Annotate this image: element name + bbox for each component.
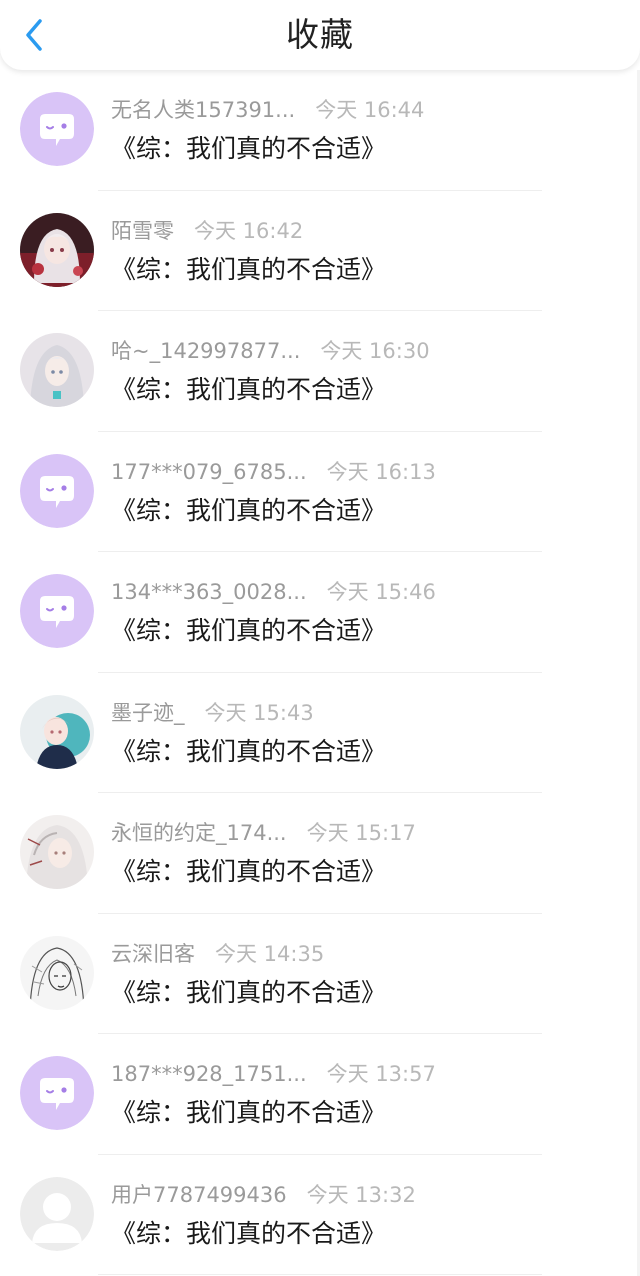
- default-purple-chat-avatar-image: [20, 1056, 94, 1130]
- user-name[interactable]: 177***079_6785...: [111, 460, 307, 484]
- post-time: 今天 15:43: [204, 700, 314, 725]
- user-name[interactable]: 陌雪零: [111, 219, 174, 243]
- post-title[interactable]: 《综：我们真的不合适》: [111, 735, 386, 769]
- item-meta: 187***928_1751... 今天 13:57: [111, 1060, 436, 1090]
- favorite-item[interactable]: 墨子迹_ 今天 15:43 《综：我们真的不合适》: [0, 673, 640, 793]
- item-meta: 云深旧客 今天 14:35: [111, 940, 324, 970]
- user-name[interactable]: 无名人类157391...: [111, 98, 295, 122]
- favorites-list: 无名人类157391... 今天 16:44 《综：我们真的不合适》 陌雪零 今天 16…: [0, 70, 640, 1275]
- post-title[interactable]: 《综：我们真的不合适》: [111, 855, 386, 889]
- default-purple-chat-avatar-image: [20, 574, 94, 648]
- favorite-item[interactable]: 陌雪零 今天 16:42 《综：我们真的不合适》: [0, 191, 640, 311]
- favorite-item[interactable]: 用户7787499436 今天 13:32 《综：我们真的不合适》: [0, 1155, 640, 1275]
- post-title[interactable]: 《综：我们真的不合适》: [111, 253, 386, 287]
- post-title[interactable]: 《综：我们真的不合适》: [111, 1096, 386, 1130]
- favorite-item[interactable]: 无名人类157391... 今天 16:44 《综：我们真的不合适》: [0, 70, 640, 191]
- item-meta: 134***363_0028... 今天 15:46: [111, 578, 436, 608]
- user-name[interactable]: 永恒的约定_174...: [111, 821, 287, 845]
- top-bar: 收藏: [0, 0, 640, 70]
- user-name[interactable]: 墨子迹_: [111, 701, 185, 725]
- anime-silver-hair-avatar-image: [20, 333, 94, 407]
- favorite-item[interactable]: 哈~_142997877... 今天 16:30 《综：我们真的不合适》: [0, 311, 640, 432]
- favorite-item[interactable]: 永恒的约定_174... 今天 15:17 《综：我们真的不合适》: [0, 793, 640, 914]
- default-gray-person-avatar-image: [20, 1176, 94, 1251]
- post-time: 今天 13:32: [306, 1182, 416, 1207]
- avatar[interactable]: [20, 92, 94, 166]
- item-meta: 陌雪零 今天 16:42: [111, 217, 303, 247]
- post-time: 今天 15:46: [326, 580, 436, 604]
- favorites-page: 收藏 无名人类157391... 今天 16:44 《综：我们真的不合适》 陌雪零 今天…: [0, 0, 640, 1276]
- avatar[interactable]: [20, 333, 94, 407]
- user-name[interactable]: 187***928_1751...: [111, 1062, 307, 1086]
- favorite-item[interactable]: 134***363_0028... 今天 15:46 《综：我们真的不合适》: [0, 552, 640, 673]
- post-time: 今天 15:17: [306, 821, 416, 845]
- post-title[interactable]: 《综：我们真的不合适》: [111, 1217, 386, 1251]
- favorite-item[interactable]: 云深旧客 今天 14:35 《综：我们真的不合适》: [0, 914, 640, 1034]
- anime-boy-teal-avatar-image: [20, 694, 94, 769]
- favorite-item[interactable]: 177***079_6785... 今天 16:13 《综：我们真的不合适》: [0, 432, 640, 552]
- user-name[interactable]: 云深旧客: [111, 942, 195, 966]
- post-title[interactable]: 《综：我们真的不合适》: [111, 614, 386, 648]
- item-meta: 哈~_142997877... 今天 16:30: [111, 337, 430, 367]
- post-time: 今天 16:30: [320, 339, 430, 363]
- avatar[interactable]: [20, 212, 94, 287]
- item-meta: 永恒的约定_174... 今天 15:17: [111, 819, 416, 849]
- avatar[interactable]: [20, 935, 94, 1010]
- post-title[interactable]: 《综：我们真的不合适》: [111, 373, 386, 407]
- divider: [98, 1274, 542, 1275]
- user-name[interactable]: 134***363_0028...: [111, 580, 307, 604]
- anime-white-hair-avatar-image: [20, 815, 94, 889]
- default-purple-chat-avatar-image: [20, 453, 94, 528]
- avatar[interactable]: [20, 1056, 94, 1130]
- avatar[interactable]: [20, 453, 94, 528]
- sketch-portrait-avatar-image: [20, 935, 94, 1010]
- anime-girl-red-avatar-image: [20, 212, 94, 287]
- favorite-item[interactable]: 187***928_1751... 今天 13:57 《综：我们真的不合适》: [0, 1034, 640, 1155]
- avatar[interactable]: [20, 1176, 94, 1251]
- default-purple-chat-avatar-image: [20, 92, 94, 166]
- post-time: 今天 14:35: [215, 941, 325, 966]
- post-title[interactable]: 《综：我们真的不合适》: [111, 132, 386, 166]
- item-meta: 无名人类157391... 今天 16:44: [111, 96, 424, 126]
- post-time: 今天 16:13: [326, 459, 436, 484]
- avatar[interactable]: [20, 574, 94, 648]
- user-name[interactable]: 用户7787499436: [111, 1183, 287, 1207]
- post-title[interactable]: 《综：我们真的不合适》: [111, 494, 386, 528]
- post-title[interactable]: 《综：我们真的不合适》: [111, 976, 386, 1010]
- item-meta: 177***079_6785... 今天 16:13: [111, 458, 436, 488]
- avatar[interactable]: [20, 694, 94, 769]
- page-title: 收藏: [286, 15, 354, 54]
- avatar[interactable]: [20, 815, 94, 889]
- post-time: 今天 16:44: [315, 98, 425, 122]
- post-time: 今天 16:42: [194, 218, 304, 243]
- post-time: 今天 13:57: [326, 1062, 436, 1086]
- user-name[interactable]: 哈~_142997877...: [111, 339, 300, 363]
- item-meta: 用户7787499436 今天 13:32: [111, 1181, 416, 1211]
- item-meta: 墨子迹_ 今天 15:43: [111, 699, 314, 729]
